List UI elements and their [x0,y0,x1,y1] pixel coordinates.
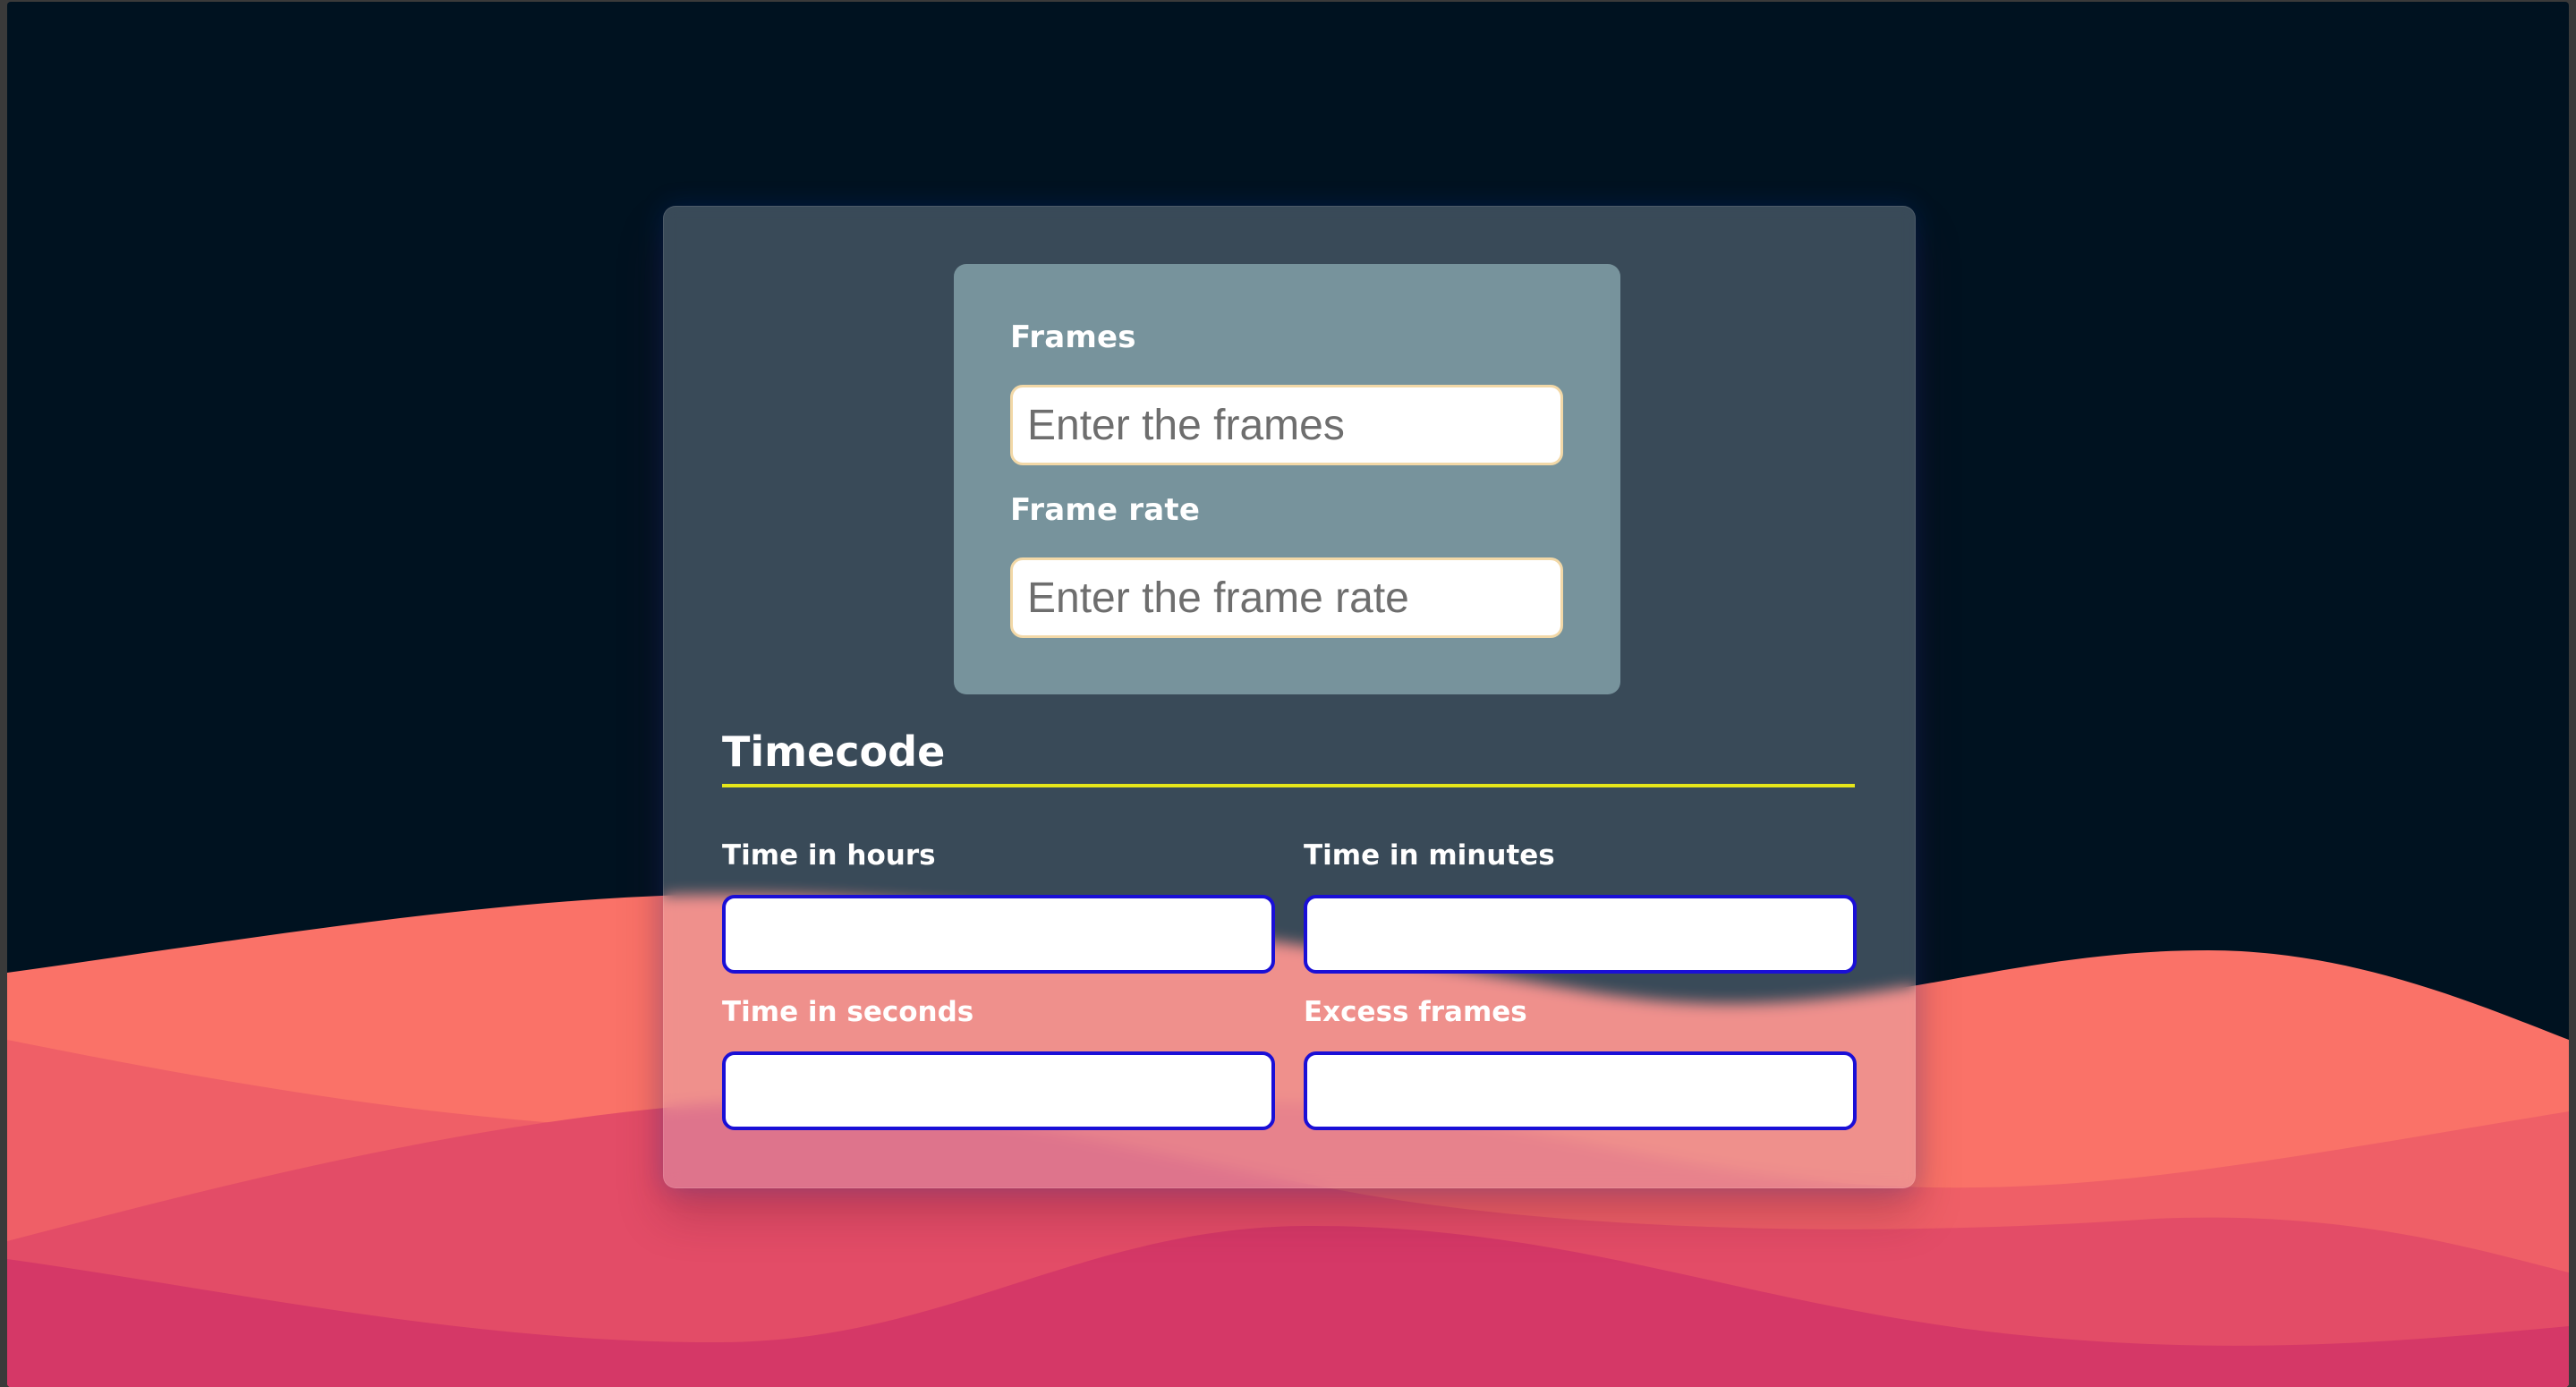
input-panel: Frames Frame rate [954,264,1620,694]
timecode-divider [722,784,1855,787]
minutes-label: Time in minutes [1304,839,1555,872]
converter-card: Frames Frame rate Timecode Time in hours… [663,206,1916,1188]
page-background: Frames Frame rate Timecode Time in hours… [7,2,2569,1387]
frames-label: Frames [1010,319,1136,355]
seconds-label: Time in seconds [722,996,974,1028]
frame-rate-input[interactable] [1010,557,1563,638]
excess-frames-label: Excess frames [1304,996,1527,1028]
hours-label: Time in hours [722,839,936,872]
minutes-output[interactable] [1304,895,1857,974]
frame-rate-label: Frame rate [1010,492,1201,528]
hours-output[interactable] [722,895,1275,974]
frames-input[interactable] [1010,385,1563,465]
timecode-title: Timecode [722,728,946,776]
seconds-output[interactable] [722,1051,1275,1130]
excess-frames-output[interactable] [1304,1051,1857,1130]
